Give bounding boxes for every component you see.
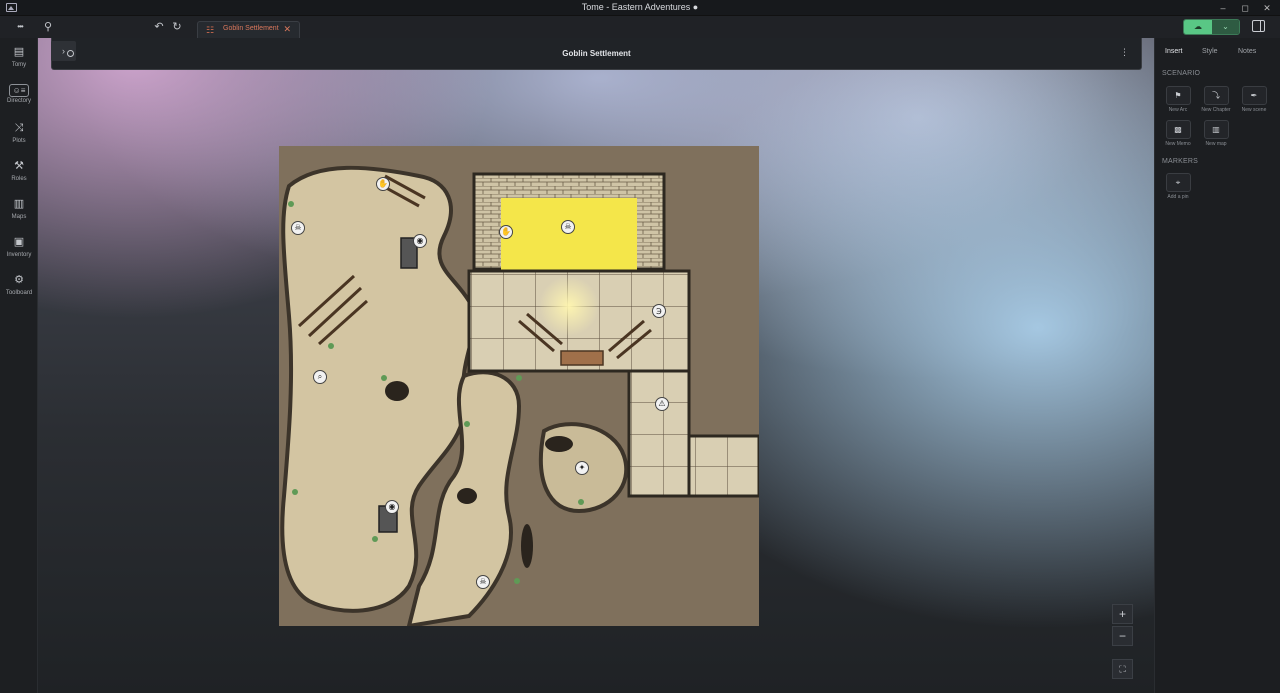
new-memo-label: New Memo — [1165, 141, 1191, 147]
new-scene-label: New scene — [1241, 107, 1267, 113]
warning-icon[interactable]: ⚠ — [655, 397, 669, 411]
sidebar-item-label: Directory — [6, 98, 31, 104]
skull-icon[interactable]: ☠ — [561, 220, 575, 234]
sidebar-item-label: Toolboard — [5, 290, 33, 296]
map-icon: ▥ — [1203, 120, 1229, 139]
close-tab-icon[interactable]: ✕ — [283, 24, 291, 35]
page-title: Goblin Settlement — [562, 49, 631, 58]
sidebar-item-label: Maps — [11, 214, 27, 220]
redo-icon[interactable]: ↻ — [170, 19, 184, 35]
sidebar-item-roles[interactable]: ⚒ Roles — [0, 158, 38, 192]
eye-icon[interactable]: ◉ — [413, 234, 427, 248]
sidebar-item-maps[interactable]: ▥ Maps — [0, 196, 38, 230]
toggle-right-panel-icon[interactable] — [1252, 20, 1265, 32]
roles-icon: ⚒ — [14, 160, 24, 172]
crosshair-icon[interactable]: ✦ — [575, 461, 589, 475]
search-icon[interactable]: ⚲ — [41, 19, 55, 35]
window-title: Tome - Eastern Adventures ● — [581, 2, 699, 12]
sync-button-group: ☁ ⌄ — [1183, 19, 1240, 35]
dungeon-map-image[interactable]: ✋ ☠ ◉ ✋ ☠ ℈ ⌕ ⚠ ✦ ◉ ☠ — [279, 146, 759, 626]
more-menu-icon[interactable]: ••• — [10, 19, 30, 35]
eye-icon[interactable]: ◉ — [385, 500, 399, 514]
skull-icon[interactable]: ☠ — [291, 221, 305, 235]
toolboard-icon: ⚙ — [14, 274, 24, 286]
ear-icon[interactable]: ℈ — [652, 304, 666, 318]
contact-card-icon: ☺≡ — [9, 84, 29, 97]
feather-icon: ✒ — [1241, 86, 1267, 105]
scenario-heading: SCENARIO — [1162, 70, 1201, 77]
toolbar: ••• ⚲ ↶ ↻ — [0, 16, 1280, 38]
tab-goblin-settlement[interactable]: ☷ Goblin Settlement ✕ — [197, 21, 300, 38]
bookmark-icon: ⚑ — [1165, 86, 1191, 105]
skull-icon[interactable]: ☠ — [476, 575, 490, 589]
sidebar-item-tomy[interactable]: ▤ Tomy — [0, 44, 38, 78]
sidebar-item-label: Tomy — [11, 62, 27, 68]
map-canvas[interactable]: › Goblin Settlement ⋮ ✋ ☠ ◉ ✋ ☠ ℈ ⌕ ⚠ ✦ … — [38, 38, 1154, 693]
undo-icon[interactable]: ↶ — [152, 19, 166, 35]
dungeon-map-drawing — [279, 146, 759, 626]
new-map-button[interactable]: ▥ New map — [1197, 120, 1235, 154]
memo-icon: ▩ — [1165, 120, 1191, 139]
chapter-icon: ⤵ — [1203, 86, 1229, 105]
magnifier-icon[interactable]: ⌕ — [313, 370, 327, 384]
fit-to-screen-button[interactable]: ⛶ — [1112, 659, 1133, 679]
map-icon: ☷ — [206, 25, 215, 35]
new-chapter-label: New Chapter — [1201, 107, 1231, 113]
hand-icon[interactable]: ✋ — [499, 225, 513, 239]
inventory-icon: ▣ — [13, 236, 25, 248]
minimize-button[interactable]: – — [1216, 1, 1230, 15]
new-map-label: New map — [1205, 141, 1227, 147]
new-arc-label: New Arc — [1168, 107, 1188, 113]
sidebar-item-label: Plots — [12, 138, 26, 144]
book-icon: ▤ — [13, 46, 25, 58]
cloud-sync-button[interactable]: ☁ — [1184, 20, 1212, 34]
zoom-out-button[interactable]: − — [1112, 626, 1133, 646]
sidebar-item-plots[interactable]: ⤨ Plots — [0, 120, 38, 154]
new-memo-button[interactable]: ▩ New Memo — [1159, 120, 1197, 154]
tab-style[interactable]: Style — [1202, 48, 1218, 55]
pin-icon: ⌖ — [1165, 173, 1191, 192]
new-arc-button[interactable]: ⚑ New Arc — [1159, 86, 1197, 120]
right-panel: Insert Style Notes SCENARIO ⚑ New Arc ⤵ … — [1154, 38, 1280, 693]
kebab-menu-icon[interactable]: ⋮ — [1120, 47, 1129, 58]
tab-insert[interactable]: Insert — [1165, 48, 1183, 55]
markers-heading: MARKERS — [1162, 158, 1199, 165]
sidebar-item-toolboard[interactable]: ⚙ Toolboard — [0, 272, 38, 306]
sidebar-item-directory[interactable]: ☺≡ Directory — [0, 82, 38, 116]
left-sidebar: ▤ Tomy ☺≡ Directory ⤨ Plots ⚒ Roles ▥ Ma… — [0, 38, 38, 693]
sync-dropdown-button[interactable]: ⌄ — [1212, 20, 1239, 34]
tab-notes[interactable]: Notes — [1238, 48, 1256, 55]
zoom-in-button[interactable]: + — [1112, 604, 1133, 624]
hand-icon[interactable]: ✋ — [376, 177, 390, 191]
close-window-button[interactable]: ✕ — [1260, 1, 1274, 15]
sidebar-item-label: Roles — [11, 176, 27, 182]
map-icon: ▥ — [13, 198, 25, 210]
add-pin-button[interactable]: ⌖ Add a pin — [1159, 173, 1197, 207]
sidebar-item-inventory[interactable]: ▣ Inventory — [0, 234, 38, 268]
maximize-button[interactable]: ◻ — [1238, 1, 1252, 15]
add-pin-label: Add a pin — [1167, 194, 1189, 200]
tab-label: Goblin Settlement — [223, 25, 279, 32]
new-scene-button[interactable]: ✒ New scene — [1235, 86, 1273, 120]
document-header: › Goblin Settlement ⋮ — [51, 38, 1142, 70]
shuffle-icon: ⤨ — [14, 122, 24, 134]
title-bar: Tome - Eastern Adventures ● – ◻ ✕ — [0, 0, 1280, 16]
sidebar-item-label: Inventory — [6, 252, 32, 258]
new-chapter-button[interactable]: ⤵ New Chapter — [1197, 86, 1235, 120]
